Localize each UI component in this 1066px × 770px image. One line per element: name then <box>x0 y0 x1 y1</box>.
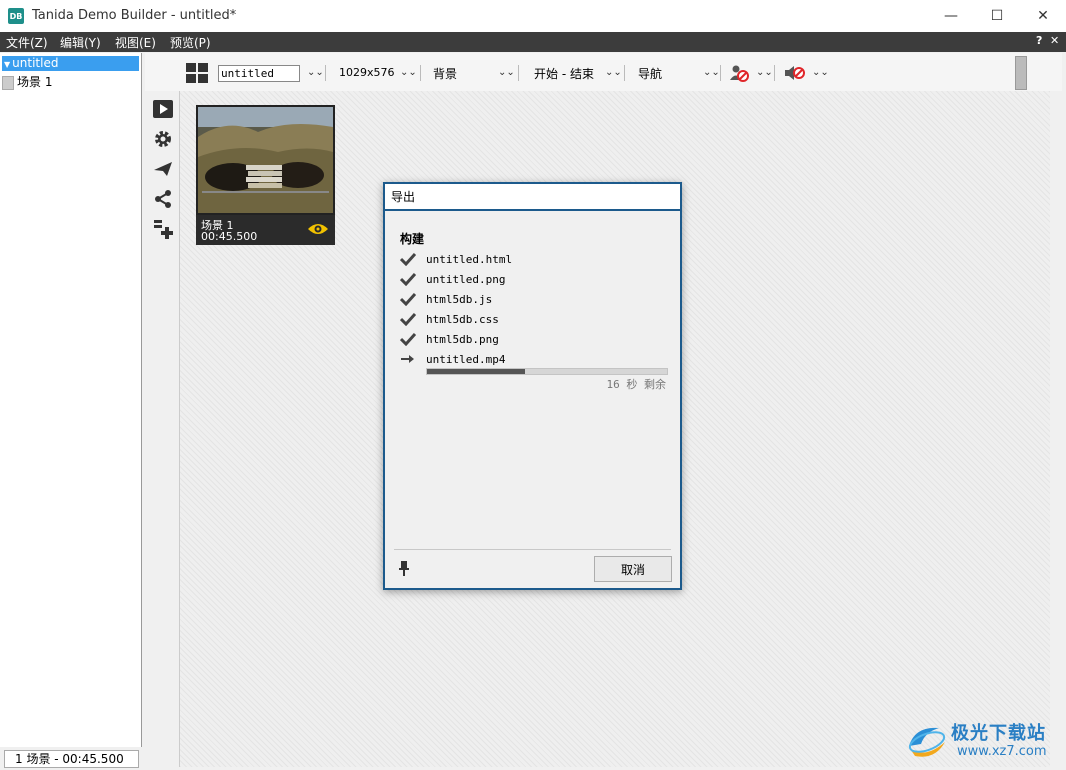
play-icon[interactable] <box>153 99 173 119</box>
chevron-down-icon[interactable]: ⌄⌄ <box>756 67 773 78</box>
chevron-down-icon[interactable]: ⌄⌄ <box>400 67 417 78</box>
check-icon <box>400 252 416 266</box>
check-icon <box>400 272 416 286</box>
share-icon[interactable] <box>153 189 173 209</box>
chevron-down-icon[interactable]: ⌄⌄ <box>605 67 622 78</box>
maximize-button[interactable]: ☐ <box>974 0 1020 32</box>
watermark-brand: 极光下载站 <box>951 723 1046 744</box>
file-row: untitled.mp4 <box>400 350 505 368</box>
project-tree: ▼ untitled 场景 1 <box>0 53 142 747</box>
file-row: html5db.js <box>400 290 492 308</box>
chevron-down-icon[interactable]: ⌄⌄ <box>307 67 324 78</box>
export-dialog: 导出 构建 untitled.html untitled.png html5db… <box>383 182 682 590</box>
close-button[interactable]: ✕ <box>1020 0 1066 32</box>
export-progress-bar <box>426 368 668 375</box>
toolbar-scroll-handle[interactable] <box>1015 56 1027 90</box>
chevron-down-icon[interactable]: ⌄⌄ <box>812 67 829 78</box>
file-name: html5db.png <box>426 332 499 346</box>
project-name-input[interactable]: untitled <box>218 65 300 82</box>
status-bar: 1 场景 - 00:45.500 <box>0 748 141 770</box>
scene-thumbnail <box>198 107 333 213</box>
file-name: untitled.png <box>426 272 506 286</box>
watermark-logo-icon <box>908 727 946 757</box>
watermark-url: www.xz7.com <box>957 744 1047 759</box>
file-name: untitled.html <box>426 252 513 266</box>
menu-view[interactable]: 视图(E) <box>115 34 156 51</box>
toolbar-separator <box>420 65 421 81</box>
add-scene-icon[interactable] <box>153 219 173 239</box>
start-end-label[interactable]: 开始 - 结束 <box>534 65 594 82</box>
tree-item-root[interactable]: ▼ untitled <box>2 56 139 71</box>
menu-edit[interactable]: 编辑(Y) <box>60 34 101 51</box>
dialog-title: 导出 <box>391 190 416 204</box>
status-text: 1 场景 - 00:45.500 <box>4 750 139 768</box>
build-section-heading: 构建 <box>400 232 425 246</box>
tree-item-scene[interactable]: 场景 1 <box>2 73 52 90</box>
file-row: untitled.png <box>400 270 505 288</box>
dialog-title-bar[interactable]: 导出 <box>385 184 680 211</box>
tree-scene-label: 场景 1 <box>17 75 53 89</box>
help-button[interactable]: ? <box>1036 34 1042 47</box>
export-progress-fill <box>427 369 525 374</box>
user-disabled-icon[interactable] <box>730 64 750 82</box>
eye-icon[interactable] <box>307 221 329 237</box>
pin-icon[interactable] <box>397 560 411 576</box>
app-icon: DB <box>8 8 24 24</box>
background-label[interactable]: 背景 <box>433 65 457 82</box>
menu-preview[interactable]: 预览(P) <box>170 34 211 51</box>
dialog-divider <box>394 549 671 550</box>
scene-caption: 场景 1 00:45.500 <box>196 215 335 245</box>
file-row: untitled.html <box>400 250 512 268</box>
time-remaining: 16 秒 剩余 <box>606 378 667 391</box>
check-icon <box>400 332 416 346</box>
check-icon <box>400 312 416 326</box>
watermark: 极光下载站 www.xz7.com <box>905 716 1063 766</box>
grid-view-icon[interactable] <box>186 63 208 83</box>
toolbar-separator <box>774 65 775 81</box>
chevron-down-icon[interactable]: ⌄⌄ <box>703 67 720 78</box>
window-title: Tanida Demo Builder - untitled* <box>32 8 237 23</box>
toolbar-separator <box>720 65 721 81</box>
toolbar-separator <box>624 65 625 81</box>
tree-root-label: untitled <box>12 56 59 70</box>
file-name: html5db.js <box>426 292 493 306</box>
toolbar-separator <box>325 65 326 81</box>
publish-plane-icon[interactable] <box>153 159 173 179</box>
gear-icon[interactable] <box>153 129 173 149</box>
file-name: html5db.css <box>426 312 499 326</box>
file-row: html5db.css <box>400 310 499 328</box>
scene-duration: 00:45.500 <box>201 230 258 243</box>
file-name: untitled.mp4 <box>426 352 506 366</box>
pane-close-button[interactable]: ✕ <box>1050 34 1059 47</box>
vertical-scrollbar[interactable] <box>1050 91 1062 767</box>
cancel-button[interactable]: 取消 <box>594 556 672 582</box>
check-icon <box>400 292 416 306</box>
menu-bar: 文件(Z) 编辑(Y) 视图(E) 预览(P) ? ✕ <box>0 32 1066 52</box>
title-bar: DB Tanida Demo Builder - untitled* — ☐ ✕ <box>0 0 1066 33</box>
scene-card[interactable]: 场景 1 00:45.500 <box>196 105 335 245</box>
scene-icon <box>2 75 14 90</box>
navigation-label[interactable]: 导航 <box>638 65 662 82</box>
minimize-button[interactable]: — <box>928 0 974 32</box>
resolution-label[interactable]: 1029x576 <box>339 66 395 79</box>
menu-file[interactable]: 文件(Z) <box>6 34 48 51</box>
file-row: html5db.png <box>400 330 499 348</box>
expand-arrow-icon[interactable]: ▼ <box>4 60 10 69</box>
chevron-down-icon[interactable]: ⌄⌄ <box>498 67 515 78</box>
toolbar-separator <box>518 65 519 81</box>
sound-muted-icon[interactable] <box>784 65 806 81</box>
arrow-right-icon <box>401 355 414 363</box>
